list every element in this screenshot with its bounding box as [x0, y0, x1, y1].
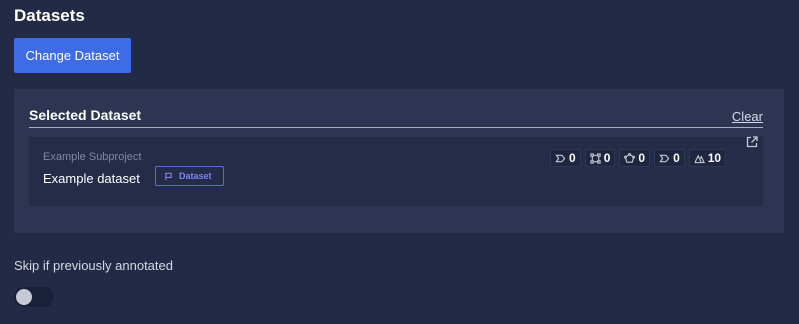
- tag-icon: [555, 154, 566, 162]
- dataset-card[interactable]: Example Subproject Example dataset Datas…: [29, 135, 763, 206]
- stat-bounding-box: 0: [584, 149, 616, 167]
- bounding-box-icon: [590, 152, 601, 164]
- selected-dataset-title: Selected Dataset: [29, 107, 142, 123]
- polygon-icon: [624, 152, 636, 163]
- stat-bounding-box-value: 0: [603, 151, 611, 165]
- stat-polygon: 0: [619, 149, 651, 167]
- image-icon: [694, 153, 705, 163]
- stat-image: 10: [688, 149, 727, 167]
- stat-tag: 0: [550, 149, 581, 167]
- toggle-knob: [16, 289, 32, 305]
- clear-link[interactable]: Clear: [732, 109, 763, 124]
- stat-label-value: 0: [673, 151, 680, 165]
- label-icon: [659, 154, 670, 162]
- stat-polygon-value: 0: [638, 151, 646, 165]
- dataset-name: Example dataset: [43, 171, 140, 186]
- stat-image-value: 10: [707, 151, 722, 165]
- subproject-name: Example Subproject: [43, 151, 142, 163]
- skip-previously-annotated-label: Skip if previously annotated: [14, 258, 173, 273]
- annotation-stats: 0 0 0 0 10: [550, 149, 727, 167]
- flag-icon: [165, 172, 172, 180]
- dataset-badge-label: Dataset: [179, 171, 212, 181]
- stat-tag-value: 0: [569, 151, 576, 165]
- skip-previously-annotated-toggle[interactable]: [14, 287, 54, 307]
- page-title: Datasets: [14, 6, 85, 25]
- dataset-badge: Dataset: [155, 166, 224, 186]
- stat-label: 0: [654, 149, 685, 167]
- external-link-icon[interactable]: [745, 135, 759, 149]
- change-dataset-button[interactable]: Change Dataset: [14, 38, 131, 73]
- selected-dataset-header: Selected Dataset Clear: [29, 107, 763, 128]
- selected-dataset-panel: Selected Dataset Clear Example Subprojec…: [14, 89, 784, 233]
